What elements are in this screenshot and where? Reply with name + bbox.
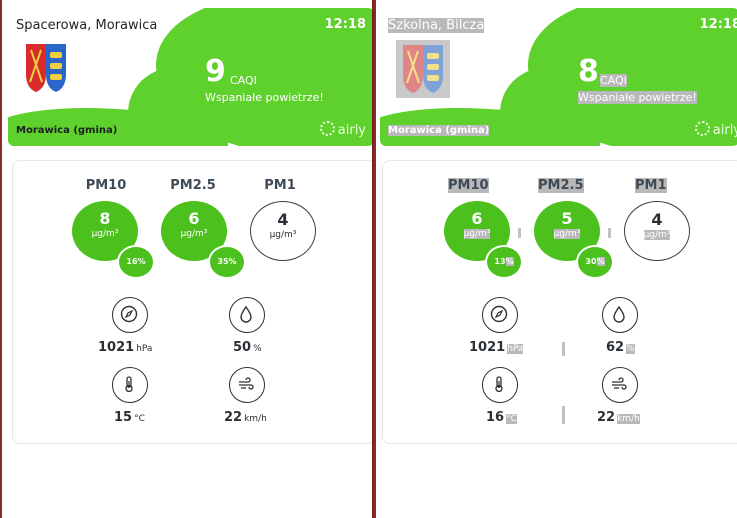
wind-value: 22 (224, 410, 243, 425)
temperature-unit: °C (506, 414, 517, 424)
temperature-value: 15 (114, 410, 133, 425)
location-title: Szkolna, Bilcza (388, 18, 485, 33)
pm1-bubble: 4 µg/m³ (250, 201, 316, 261)
pm25-value: 5 (561, 209, 573, 228)
caqi-value: 9 (205, 54, 226, 89)
pm10-label: PM10 (85, 178, 127, 193)
airly-logo-icon (694, 121, 710, 136)
gauge-icon (482, 297, 518, 333)
pm25-unit: µg/m³ (553, 229, 581, 239)
pm1-unit: µg/m³ (643, 230, 671, 240)
airly-logo: airly (694, 121, 737, 138)
separator (562, 342, 565, 356)
temperature-unit: °C (134, 414, 145, 424)
pm25-unit: µg/m³ (180, 229, 208, 239)
brand-name: airly (337, 123, 366, 138)
wind-unit: km/h (617, 414, 640, 424)
station-panel-spacerowa: Spacerowa, Morawica 12:18 9 CAQI Wspania… (0, 0, 372, 518)
caqi-description: Wspaniałe powietrze! (578, 91, 697, 104)
gauge-icon (112, 297, 148, 333)
pressure-value: 1021 (469, 340, 506, 355)
pm1-value: 4 (277, 210, 289, 229)
pm10-value: 6 (471, 209, 483, 228)
separator (518, 228, 521, 238)
temperature-value: 16 (486, 410, 505, 425)
humidity-value: 62 (606, 340, 625, 355)
pm25-label: PM2.5 (170, 178, 216, 193)
pm25-percent: 35% (208, 245, 246, 279)
pressure-unit: hPa (507, 344, 524, 354)
pm1-label: PM1 (635, 178, 667, 193)
pm10-unit: µg/m³ (91, 229, 119, 239)
region-label: Morawica (gmina) (388, 125, 490, 136)
humidity-unit: % (626, 344, 635, 354)
coat-of-arms-icon (403, 45, 443, 93)
pm1-unit: µg/m³ (269, 230, 297, 240)
pm1-bubble: 4 µg/m³ (624, 201, 690, 261)
pm10-percent: 16% (117, 245, 155, 279)
airly-logo: airly (319, 121, 366, 138)
pm25-percent: 30% (576, 245, 614, 279)
pm25-value: 6 (188, 209, 200, 228)
separator (608, 228, 611, 238)
region-label: Morawica (gmina) (16, 125, 118, 136)
wind-value: 22 (597, 410, 616, 425)
caqi-value: 8 (578, 54, 599, 89)
pressure-unit: hPa (136, 344, 153, 354)
pm10-unit: µg/m³ (463, 229, 491, 239)
temperature-reading: 16 °C (486, 410, 517, 425)
brand-name: airly (712, 123, 737, 138)
station-header[interactable]: Spacerowa, Morawica 12:18 9 CAQI Wspania… (8, 8, 372, 146)
pm25-label: PM2.5 (538, 178, 584, 193)
wind-reading: 22 km/h (597, 410, 640, 425)
pm10-percent: 13% (485, 245, 523, 279)
wind-unit: km/h (244, 414, 267, 424)
update-time: 12:18 (324, 17, 366, 32)
pressure-reading: 1021 hPa (469, 340, 524, 355)
pm1-value: 4 (651, 210, 663, 229)
separator (562, 406, 565, 424)
thermometer-icon (112, 367, 148, 403)
location-title: Spacerowa, Morawica (16, 18, 158, 33)
pm10-value: 8 (99, 209, 111, 228)
humidity-reading: 50% (233, 340, 262, 355)
wind-reading: 22 km/h (224, 410, 267, 425)
thermometer-icon (482, 367, 518, 403)
temperature-reading: 15 °C (114, 410, 145, 425)
update-time: 12:18 (699, 17, 737, 32)
pressure-value: 1021 (98, 340, 135, 355)
droplet-icon (602, 297, 638, 333)
caqi-label: CAQI (230, 74, 257, 87)
pm10-label: PM10 (448, 178, 489, 193)
caqi-label: CAQI (600, 74, 627, 87)
wind-icon (229, 367, 265, 403)
humidity-unit: % (253, 344, 262, 354)
wind-icon (602, 367, 638, 403)
humidity-reading: 62% (606, 340, 635, 355)
caqi-description: Wspaniałe powietrze! (205, 91, 324, 104)
pm1-label: PM1 (264, 178, 296, 193)
coat-of-arms-icon (26, 44, 66, 92)
pressure-reading: 1021 hPa (98, 340, 152, 355)
airly-logo-icon (319, 121, 335, 136)
station-header[interactable]: Szkolna, Bilcza 12:18 8 CAQI Wspaniałe p… (380, 8, 737, 146)
humidity-value: 50 (233, 340, 252, 355)
droplet-icon (229, 297, 265, 333)
station-panel-szkolna: Szkolna, Bilcza 12:18 8 CAQI Wspaniałe p… (374, 0, 737, 518)
